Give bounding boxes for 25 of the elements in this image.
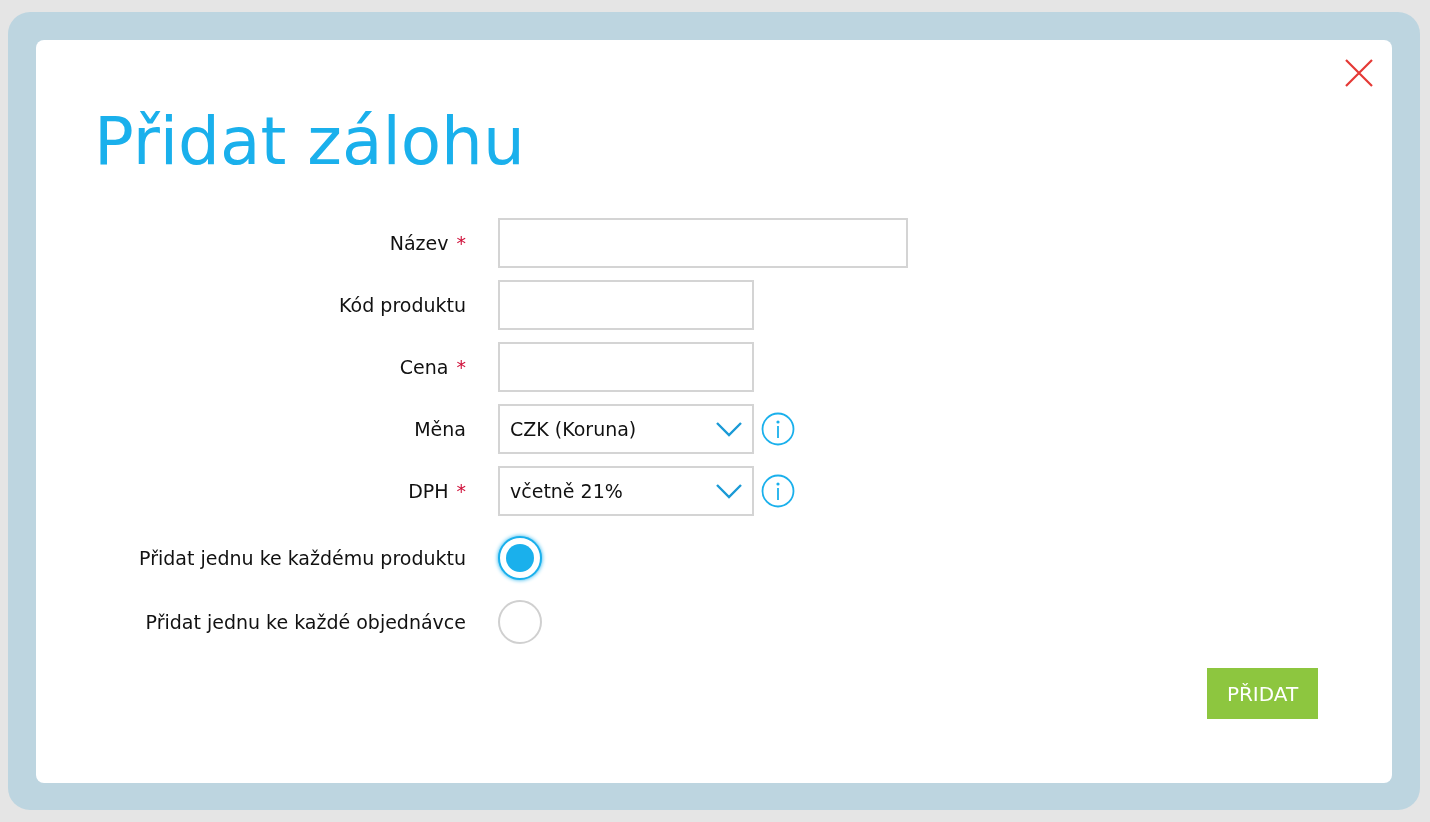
field-label: Název xyxy=(389,230,449,256)
select-value: CZK (Koruna) xyxy=(510,416,637,442)
radio-button[interactable] xyxy=(498,536,542,580)
radio-button[interactable] xyxy=(498,600,542,644)
chevron-down-icon xyxy=(716,421,742,437)
dialog-title: Přidat zálohu xyxy=(94,109,525,175)
select-value: včetně 21% xyxy=(510,478,623,504)
required-marker: * xyxy=(456,354,466,380)
option-label: Přidat jednu ke každé objednávce xyxy=(145,610,466,635)
required-marker: * xyxy=(456,230,466,256)
field-label: Měna xyxy=(414,416,466,442)
option-label: Přidat jednu ke každému produktu xyxy=(139,546,466,571)
info-icon[interactable] xyxy=(761,412,795,446)
field-label: Cena xyxy=(399,354,449,380)
select-field[interactable]: CZK (Koruna) xyxy=(498,404,754,454)
field-label: DPH xyxy=(408,478,449,504)
text-field[interactable] xyxy=(498,280,754,330)
chevron-down-icon xyxy=(716,483,742,499)
required-marker: * xyxy=(456,478,466,504)
select-field[interactable]: včetně 21% xyxy=(498,466,754,516)
text-field[interactable] xyxy=(498,342,754,392)
close-icon[interactable] xyxy=(1345,59,1373,87)
text-field[interactable] xyxy=(498,218,908,268)
info-icon[interactable] xyxy=(761,474,795,508)
field-label: Kód produktu xyxy=(339,292,466,318)
